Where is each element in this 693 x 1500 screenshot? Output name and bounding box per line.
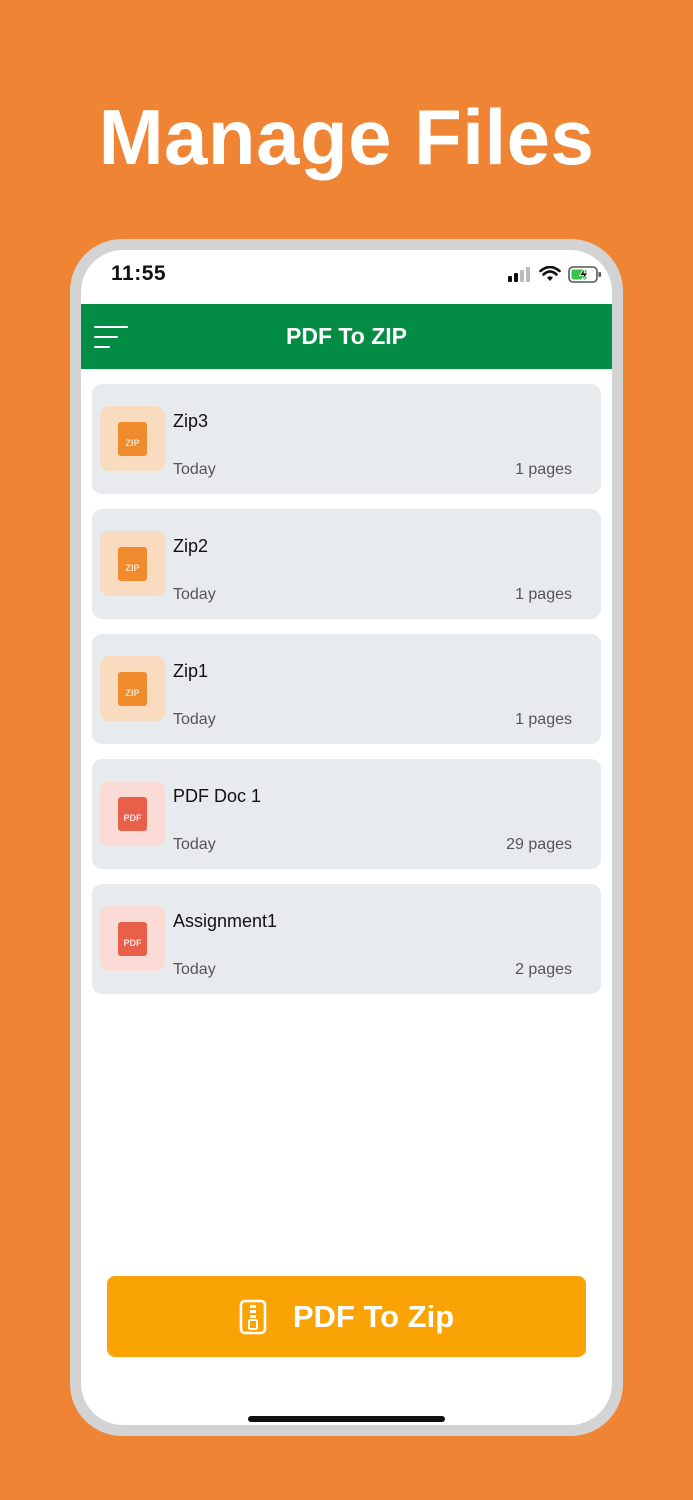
app-bar: PDF To ZIP: [81, 304, 612, 369]
file-thumbnail: PDF: [100, 781, 165, 846]
file-page-count: 1 pages: [515, 586, 572, 603]
file-name: Zip1: [173, 661, 209, 681]
status-icons: [507, 264, 602, 284]
pdf-file-icon: PDF: [118, 796, 147, 831]
phone-screen: 11:55 PDF To ZIP ZIP Zip3 Today 1 pages …: [81, 250, 612, 1425]
file-type-label: ZIP: [125, 438, 139, 448]
file-name: Zip3: [173, 411, 209, 431]
zip-file-icon: ZIP: [118, 421, 147, 456]
file-page-count: 2 pages: [515, 961, 572, 978]
file-type-label: ZIP: [125, 563, 139, 573]
file-thumbnail: ZIP: [100, 531, 165, 596]
file-type-label: PDF: [124, 938, 143, 948]
file-thumbnail: ZIP: [100, 656, 165, 721]
file-date: Today: [173, 586, 216, 603]
zip-file-icon: ZIP: [118, 546, 147, 581]
file-type-label: PDF: [124, 813, 143, 823]
file-card[interactable]: PDF PDF Doc 1 Today 29 pages: [92, 759, 601, 869]
file-type-label: ZIP: [125, 688, 139, 698]
file-name: Zip2: [173, 536, 209, 556]
pdf-to-zip-label: PDF To Zip: [292, 1298, 455, 1334]
file-thumbnail: PDF: [100, 906, 165, 971]
file-name: PDF Doc 1: [173, 786, 262, 806]
file-page-count: 1 pages: [515, 711, 572, 728]
file-card[interactable]: ZIP Zip1 Today 1 pages: [92, 634, 601, 744]
promo-headline: Manage Files: [98, 93, 595, 181]
file-card[interactable]: ZIP Zip3 Today 1 pages: [92, 384, 601, 494]
file-date: Today: [173, 461, 216, 478]
file-date: Today: [173, 836, 216, 853]
wifi-icon: [539, 266, 561, 281]
file-date: Today: [173, 961, 216, 978]
status-bar: 11:55: [81, 250, 612, 304]
pdf-to-zip-button[interactable]: PDF To Zip: [107, 1276, 586, 1357]
file-name: Assignment1: [173, 911, 278, 931]
app-title: PDF To ZIP: [286, 323, 407, 349]
zip-file-icon: [239, 1299, 267, 1334]
file-page-count: 1 pages: [515, 461, 572, 478]
cellular-signal-icon: [508, 267, 530, 282]
file-thumbnail: ZIP: [100, 406, 165, 471]
file-card[interactable]: PDF Assignment1 Today 2 pages: [92, 884, 601, 994]
file-page-count: 29 pages: [506, 836, 572, 853]
file-date: Today: [173, 711, 216, 728]
file-list: ZIP Zip3 Today 1 pages ZIP Zip2 Today 1 …: [92, 384, 601, 1009]
file-card[interactable]: ZIP Zip2 Today 1 pages: [92, 509, 601, 619]
pdf-file-icon: PDF: [118, 921, 147, 956]
zip-file-icon: ZIP: [118, 671, 147, 706]
battery-charging-icon: [568, 265, 601, 283]
status-time: 11:55: [111, 262, 167, 285]
home-indicator[interactable]: [248, 1416, 445, 1422]
